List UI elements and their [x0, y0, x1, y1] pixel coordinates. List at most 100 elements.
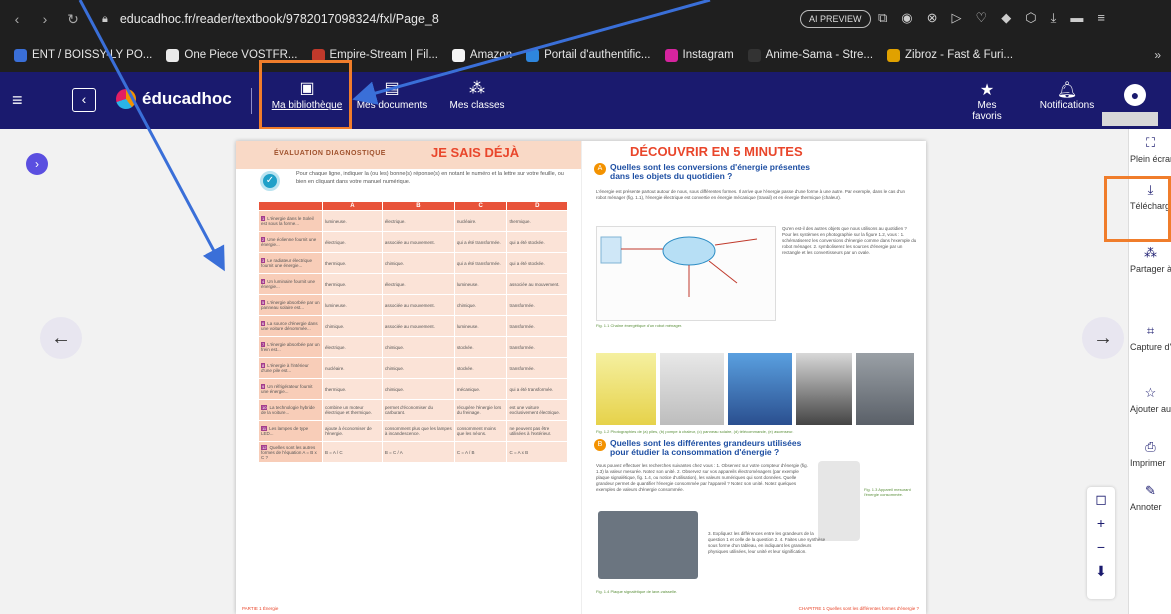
answer-cell[interactable]: associée au mouvement. — [506, 273, 568, 295]
answer-cell[interactable]: B = A / C — [322, 441, 383, 463]
answer-cell[interactable]: permet d'économiser du carburant. — [381, 399, 455, 421]
answer-cell[interactable]: est une voiture exclusivement électrique… — [506, 399, 568, 421]
tool-annotate[interactable]: ✎ Annoter — [1129, 485, 1171, 513]
table-row: 11 Les lampes de type LED... ajoute à écon… — [258, 420, 568, 442]
reload-icon[interactable]: ↻ — [62, 11, 84, 28]
answer-cell[interactable]: électrique. — [322, 231, 383, 253]
table-row: 6 La source d'énergie dans une voiture dé… — [258, 315, 568, 337]
answer-cell[interactable]: chimique. — [381, 357, 455, 379]
answer-cell[interactable]: électrique. — [322, 336, 383, 358]
answer-cell[interactable]: consomment plus que les lampes à incande… — [381, 420, 455, 442]
address-bar[interactable]: educadhoc.fr/reader/textbook/97820170983… — [120, 12, 439, 26]
tool-star-outline[interactable]: ☆ Ajouter aux favoris — [1129, 387, 1171, 415]
nav-documents[interactable]: ▤ Mes documents — [352, 78, 432, 111]
answer-cell[interactable]: stockée. — [453, 357, 508, 379]
menu-lines-icon[interactable]: ≡ — [1097, 10, 1105, 26]
answer-cell[interactable]: transformée. — [506, 294, 568, 316]
question-cell: 4 Un luminaire fournit une énergie... — [258, 273, 323, 295]
zoom-out-icon[interactable]: − — [1087, 535, 1115, 559]
answer-cell[interactable]: qui a été stockée. — [506, 231, 568, 253]
browser-back-icon[interactable]: ‹ — [6, 11, 28, 27]
bookmark-item[interactable]: ENT / BOISSY-LY PO... — [14, 48, 152, 62]
block-icon[interactable]: ⊗ — [927, 10, 938, 26]
heart-icon[interactable]: ♡ — [976, 10, 988, 26]
next-page-button[interactable]: → — [1082, 317, 1124, 359]
answer-cell[interactable]: chimique. — [322, 315, 383, 337]
answer-cell[interactable]: ajoute à économiser de l'énergie. — [322, 420, 383, 442]
bookmark-item[interactable]: Zibroz - Fast & Furi... — [887, 48, 1013, 62]
answer-cell[interactable]: électrique. — [381, 273, 455, 295]
answer-cell[interactable]: stockée. — [453, 336, 508, 358]
tool-screenshot[interactable]: ⌗ Capture d'écran — [1129, 325, 1171, 353]
answer-cell[interactable]: qui a été transformée. — [506, 378, 568, 400]
answer-cell[interactable]: lumineuse. — [322, 210, 383, 232]
tool-share[interactable]: ⁂ Partager à mon professeur — [1129, 247, 1171, 275]
answer-cell[interactable]: thermique. — [322, 252, 383, 274]
back-button[interactable]: ‹ — [72, 88, 96, 112]
camera-icon[interactable]: ◉ — [901, 10, 912, 26]
answer-cell[interactable]: chimique. — [453, 294, 508, 316]
bookmarks-more-icon[interactable]: » — [1154, 48, 1161, 62]
answer-cell[interactable]: associée au mouvement. — [381, 315, 455, 337]
answer-cell[interactable]: nucléaire. — [322, 357, 383, 379]
cube-icon[interactable]: ⬡ — [1025, 10, 1036, 26]
answer-cell[interactable]: C = A x B — [506, 441, 568, 463]
hamburger-menu-icon[interactable]: ≡ — [12, 90, 23, 111]
answer-cell[interactable]: qui a été transformée. — [453, 231, 508, 253]
answer-cell[interactable]: mécanique. — [453, 378, 508, 400]
nav-favorites[interactable]: ★ Mes favoris — [963, 80, 1011, 122]
expand-panel-button[interactable]: › — [26, 153, 48, 175]
answer-cell[interactable]: associée au mouvement. — [381, 231, 455, 253]
answer-cell[interactable]: lumineuse. — [453, 315, 508, 337]
nav-classes[interactable]: ⁂ Mes classes — [446, 78, 508, 111]
download-browser-icon[interactable]: ⤓ — [1051, 10, 1057, 26]
bookmark-item[interactable]: Anime-Sama - Stre... — [747, 48, 873, 62]
quiz-header-row: ABCD — [258, 201, 568, 211]
table-row: 7 L'énergie absorbée par un frein est... é… — [258, 336, 568, 358]
instructions-text: Pour chaque ligne, indiquer la (ou les) … — [296, 171, 564, 185]
answer-cell[interactable]: transformée. — [506, 315, 568, 337]
answer-cell[interactable]: combine un moteur électrique et thermiqu… — [322, 399, 383, 421]
quiz-column-header: C — [453, 201, 508, 211]
answer-cell[interactable]: électrique. — [381, 210, 455, 232]
answer-cell[interactable]: transformée. — [506, 336, 568, 358]
answer-cell[interactable]: récupère l'énergie lors du freinage. — [453, 399, 508, 421]
extension-icon[interactable]: ⧉ — [878, 10, 887, 26]
answer-cell[interactable]: chimique. — [381, 336, 455, 358]
diamond-icon[interactable]: ◆ — [1001, 10, 1011, 26]
nav-documents-label: Mes documents — [356, 100, 428, 111]
answer-cell[interactable]: lumineuse. — [322, 294, 383, 316]
fit-page-icon[interactable]: ◻ — [1087, 487, 1115, 511]
answer-cell[interactable]: chimique. — [381, 378, 455, 400]
answer-cell[interactable]: thermique. — [506, 210, 568, 232]
battery-icon[interactable]: ▬ — [1070, 10, 1083, 26]
answer-cell[interactable]: qui a été transformée. — [453, 252, 508, 274]
answer-cell[interactable]: qui a été stockée. — [506, 252, 568, 274]
play-icon[interactable]: ▷ — [952, 10, 962, 26]
pin-icon[interactable]: ⬇ — [1087, 559, 1115, 583]
answer-cell[interactable]: transformée. — [506, 357, 568, 379]
ai-preview-badge[interactable]: AI PREVIEW — [800, 10, 871, 28]
answer-cell[interactable]: consomment moins que les néons. — [453, 420, 508, 442]
zoom-in-icon[interactable]: + — [1087, 511, 1115, 535]
answer-cell[interactable]: associée au mouvement. — [381, 294, 455, 316]
avatar[interactable]: ● — [1124, 84, 1146, 106]
bookmark-item[interactable]: Amazon — [451, 48, 512, 62]
answer-cell[interactable]: thermique. — [322, 378, 383, 400]
tool-print[interactable]: ⎙ Imprimer — [1129, 441, 1171, 469]
answer-cell[interactable]: thermique. — [322, 273, 383, 295]
tool-fullscreen[interactable]: ⛶ Plein écran — [1129, 137, 1171, 165]
answer-cell[interactable]: lumineuse. — [453, 273, 508, 295]
logo[interactable]: éducadhoc — [116, 89, 232, 109]
answer-cell[interactable]: nucléaire. — [453, 210, 508, 232]
answer-cell[interactable]: C = A / B — [453, 441, 508, 463]
answer-cell[interactable]: chimique. — [381, 252, 455, 274]
previous-page-button[interactable]: ← — [40, 317, 82, 359]
browser-forward-icon[interactable]: › — [34, 11, 56, 27]
nav-notifications[interactable]: 🔔︎ Notifications — [1036, 80, 1098, 111]
question-cell: 10 La technologie hybride de la voiture..… — [258, 399, 323, 421]
answer-cell[interactable]: B = C / A — [381, 441, 455, 463]
bookmark-item[interactable]: Instagram — [664, 48, 734, 62]
bookmark-item[interactable]: Portail d'authentific... — [526, 48, 651, 62]
answer-cell[interactable]: ne peuvent pas être utilisées à l'extéri… — [506, 420, 568, 442]
